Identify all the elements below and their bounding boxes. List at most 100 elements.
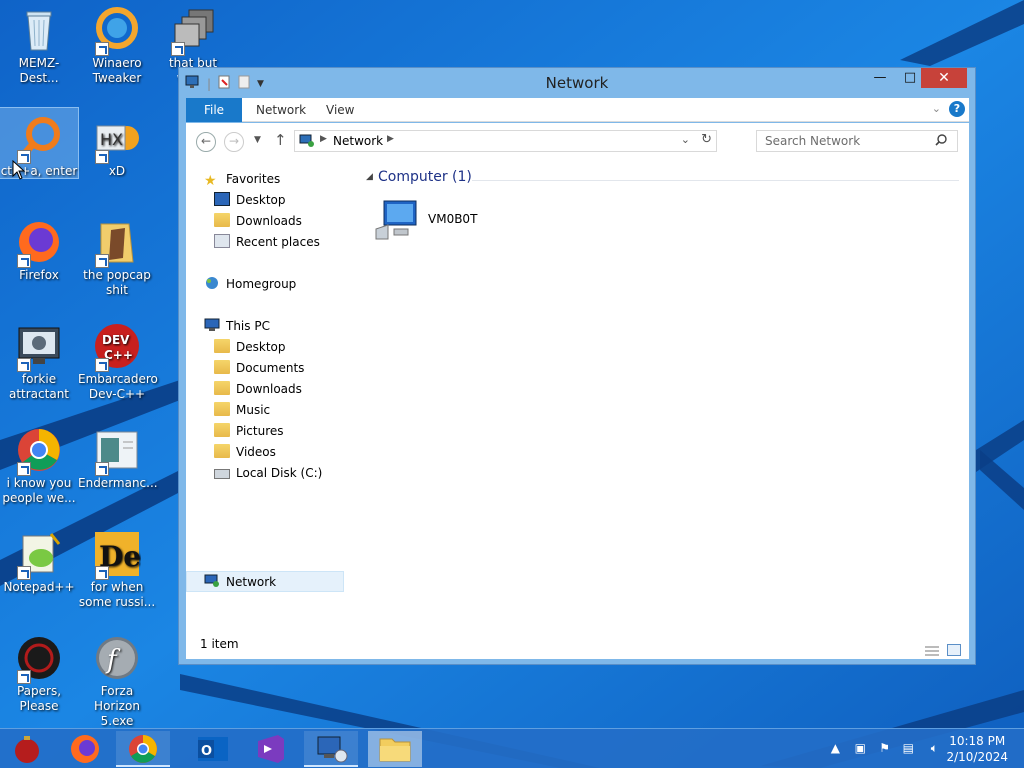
- volume-muted-icon[interactable]: 🔈︎: [931, 741, 938, 756]
- desktop-icon-label: Firefox: [19, 268, 59, 282]
- firefox-icon: [15, 218, 63, 268]
- recent-locations-chevron-icon[interactable]: ▼: [254, 135, 261, 145]
- desktop-icon-label: Endermanc...: [78, 476, 158, 490]
- network-tray-icon[interactable]: ▣: [855, 741, 866, 755]
- nav-favorites-desktop[interactable]: Desktop: [214, 190, 286, 210]
- clock-date: 2/10/2024: [946, 750, 1008, 764]
- taskbar-firefox[interactable]: [58, 731, 112, 767]
- details-view-icon[interactable]: [925, 638, 939, 668]
- refresh-icon[interactable]: ↻: [701, 132, 712, 147]
- breadcrumb-network[interactable]: Network: [333, 134, 383, 148]
- nav-label: Homegroup: [226, 277, 297, 291]
- nav-pc-local-disk[interactable]: Local Disk (C:): [214, 463, 322, 483]
- papers-please-icon: [15, 634, 63, 684]
- desktop-icon-for-when[interactable]: De for when some russi...: [78, 524, 156, 610]
- nav-favorites[interactable]: ★ Favorites: [204, 169, 280, 189]
- desktop-icon-winaero[interactable]: Winaero Tweaker: [78, 0, 156, 86]
- help-icon[interactable]: ?: [949, 101, 965, 117]
- collapse-group-icon[interactable]: ◢: [366, 172, 373, 182]
- recent-places-icon: [214, 234, 230, 248]
- folder-icon: [214, 339, 230, 353]
- group-header-line: [472, 180, 959, 181]
- desktop-icon-memz[interactable]: MEMZ-Dest...: [0, 0, 78, 86]
- back-button[interactable]: ←: [196, 132, 216, 152]
- display-tray-icon[interactable]: ▤: [903, 741, 914, 755]
- devcpp-icon: DEV C++: [93, 322, 141, 372]
- file-list: ◢ Computer (1) VM0B0T: [352, 159, 969, 629]
- minimize-button[interactable]: —: [865, 68, 895, 88]
- desktop-icon-label: MEMZ-Dest...: [18, 56, 60, 85]
- taskbar-outlook[interactable]: O: [186, 731, 240, 767]
- flag-tray-icon[interactable]: ⚑: [879, 741, 890, 755]
- folder-icon: [214, 444, 230, 458]
- nav-this-pc[interactable]: This PC: [204, 316, 270, 336]
- breadcrumb-chevron-icon[interactable]: ▶: [387, 134, 394, 144]
- desktop-icon-endermanch[interactable]: Endermanc...: [78, 420, 158, 491]
- nav-label: Network: [226, 575, 277, 589]
- address-bar[interactable]: ▶ Network ▶ ⌄ ↻: [294, 130, 717, 152]
- address-dropdown-icon[interactable]: ⌄: [681, 133, 690, 146]
- homegroup-icon: [204, 276, 220, 290]
- tab-network[interactable]: Network: [242, 98, 320, 122]
- taskbar-network-app[interactable]: [304, 731, 358, 767]
- nav-pc-documents[interactable]: Documents: [214, 358, 304, 378]
- taskbar-chrome[interactable]: [116, 731, 170, 767]
- flash-icon: f: [93, 634, 141, 682]
- desktop-icon-notepadpp[interactable]: Notepad++: [0, 524, 78, 595]
- stacked-windows-icon: [169, 6, 217, 56]
- svg-text:HX: HX: [100, 130, 123, 149]
- svg-text:O: O: [201, 744, 212, 759]
- show-hidden-icons-icon[interactable]: ▲: [831, 741, 840, 755]
- folder-icon: [214, 360, 230, 374]
- expand-ribbon-icon[interactable]: ⌄: [932, 102, 941, 115]
- nav-label: Downloads: [236, 214, 302, 228]
- nav-label: Desktop: [236, 193, 286, 207]
- desktop-icon-label: for when some russi...: [78, 580, 156, 609]
- taskbar-ornament[interactable]: [0, 731, 54, 767]
- downloads-folder-icon: [214, 213, 230, 227]
- nav-label: Recent places: [236, 235, 320, 249]
- desktop-icon-papers-please[interactable]: Papers, Please: [0, 628, 78, 714]
- desktop-icon-chrome[interactable]: i know you people we...: [0, 420, 78, 506]
- desktop-icon-devcpp[interactable]: DEV C++ Embarcadero Dev-C++: [78, 316, 158, 402]
- ribbon-tabs: File Network View ⌄ ?: [186, 98, 969, 122]
- forward-button[interactable]: →: [224, 132, 244, 152]
- search-icon: [935, 134, 947, 149]
- desktop-icon-popcap[interactable]: the popcap shit: [78, 212, 156, 298]
- nav-favorites-recent-places[interactable]: Recent places: [214, 232, 320, 252]
- tab-file[interactable]: File: [186, 98, 242, 122]
- taskbar-file-explorer[interactable]: [368, 731, 422, 767]
- large-icons-view-icon[interactable]: [947, 637, 961, 667]
- nav-pc-downloads[interactable]: Downloads: [214, 379, 302, 399]
- title-bar[interactable]: | ▼ Network — □ ✕: [179, 68, 975, 98]
- desktop-icon-forza[interactable]: f Forza Horizon 5.exe: [78, 628, 156, 729]
- de-icon: De: [93, 530, 141, 580]
- taskbar-visual-studio[interactable]: [244, 731, 298, 767]
- group-header[interactable]: Computer (1): [378, 169, 472, 185]
- nav-favorites-downloads[interactable]: Downloads: [214, 211, 302, 231]
- desktop-icon-xd[interactable]: HX xD: [78, 108, 156, 179]
- nav-label: Music: [236, 403, 271, 417]
- search-input[interactable]: Search Network: [756, 130, 958, 152]
- folder-icon: [214, 402, 230, 416]
- nav-homegroup[interactable]: Homegroup: [204, 274, 296, 294]
- desktop-icon-forkie[interactable]: forkie attractant: [0, 316, 78, 402]
- breadcrumb-separator-icon: ▶: [320, 134, 327, 144]
- computer-item[interactable]: VM0B0T: [370, 199, 490, 243]
- nav-pc-videos[interactable]: Videos: [214, 442, 276, 462]
- nav-pc-pictures[interactable]: Pictures: [214, 421, 284, 441]
- nav-network[interactable]: Network: [204, 572, 276, 592]
- desktop-icon-firefox[interactable]: Firefox: [0, 212, 78, 283]
- desktop-icon: [214, 192, 230, 206]
- desktop-icon-label: Embarcadero Dev-C++: [78, 372, 158, 401]
- nav-pc-desktop[interactable]: Desktop: [214, 337, 286, 357]
- close-button[interactable]: ✕: [921, 68, 967, 88]
- navigation-bar: ← → ▼ ↑ ▶ Network ▶ ⌄ ↻ Search Network: [186, 123, 969, 159]
- file-explorer-window[interactable]: | ▼ Network — □ ✕ File Network View ⌄ ? …: [178, 67, 976, 665]
- computer-icon: [204, 318, 220, 332]
- system-clock[interactable]: 10:18 PM 2/10/2024: [946, 733, 1008, 765]
- up-arrow-icon[interactable]: ↑: [274, 131, 287, 149]
- nav-pc-music[interactable]: Music: [214, 400, 270, 420]
- nav-label: Local Disk (C:): [236, 466, 323, 480]
- tab-view[interactable]: View: [312, 98, 368, 122]
